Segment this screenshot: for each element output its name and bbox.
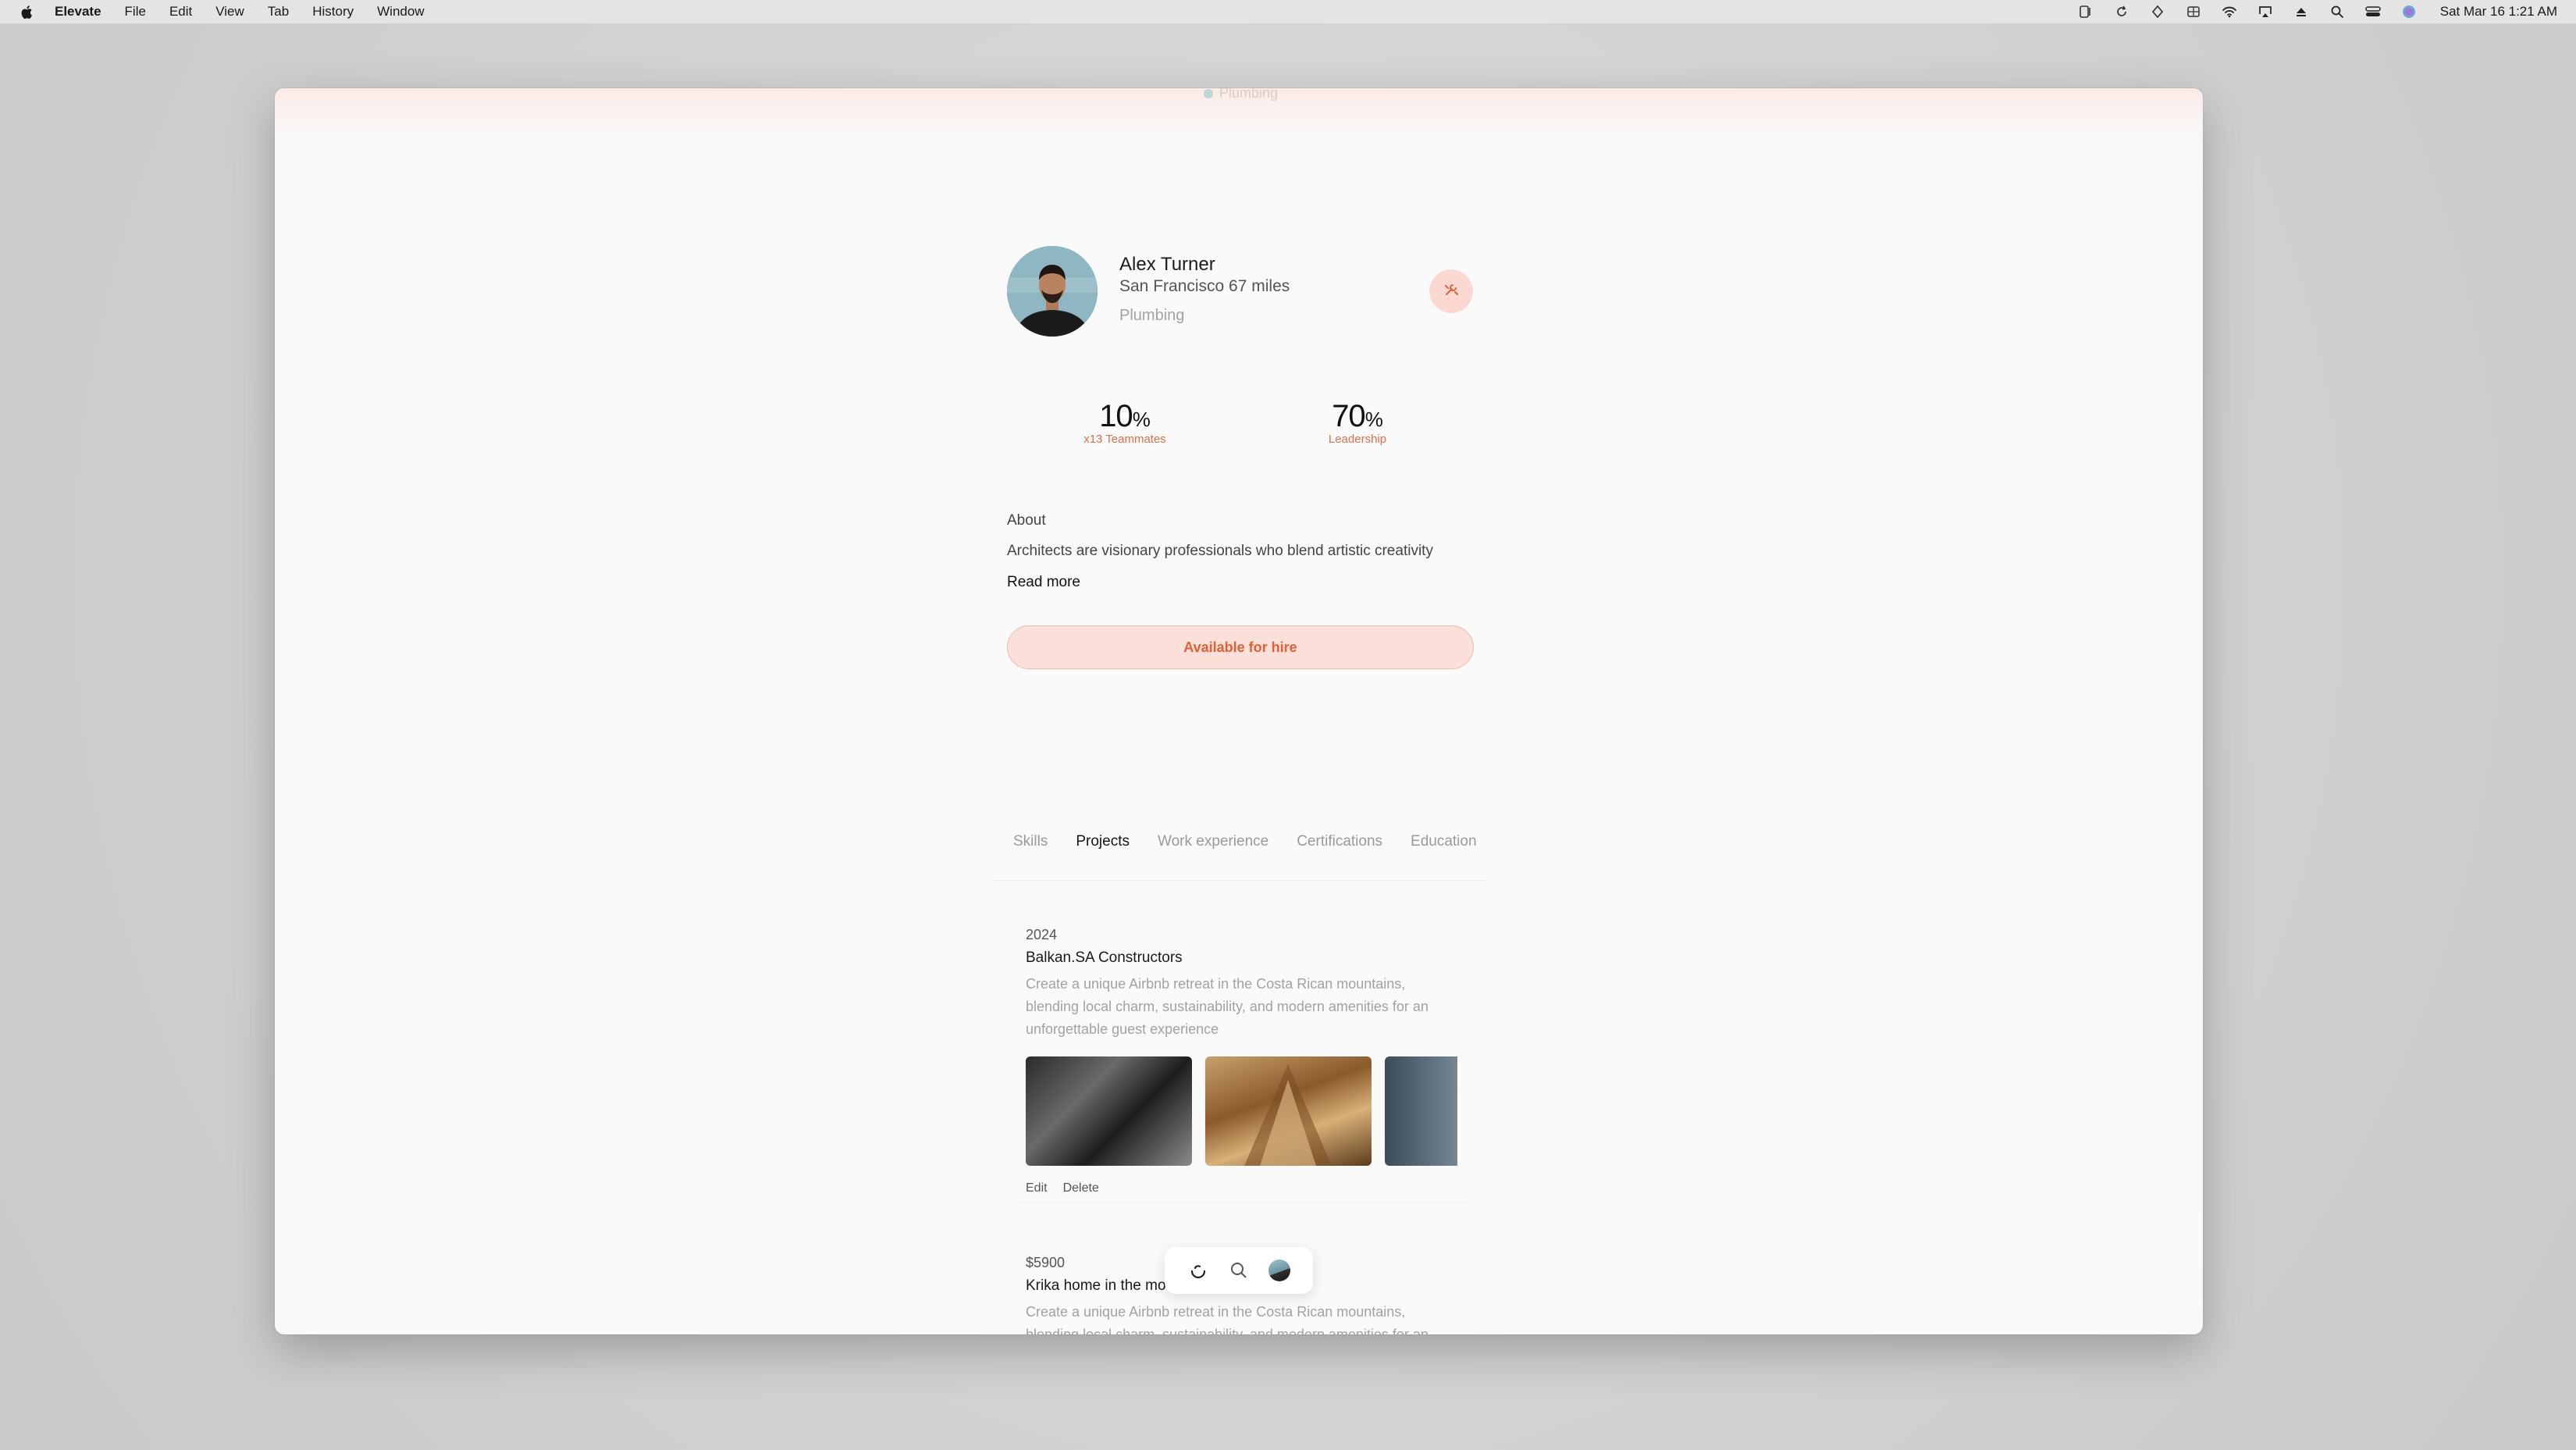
profile-trade: Plumbing bbox=[1119, 307, 1185, 324]
search-icon[interactable] bbox=[2329, 4, 2345, 20]
about-heading: About bbox=[1007, 512, 1046, 529]
menu-view[interactable]: View bbox=[215, 4, 244, 20]
siri-icon[interactable] bbox=[2401, 4, 2417, 20]
project-title[interactable]: Balkan.SA Constructors bbox=[1026, 949, 1463, 967]
profile-avatar-icon[interactable] bbox=[1268, 1259, 1290, 1281]
project-description: Create a unique Airbnb retreat in the Co… bbox=[1026, 976, 1429, 1037]
project-delete-link[interactable]: Delete bbox=[1063, 1181, 1099, 1195]
tab-skills[interactable]: Skills bbox=[1013, 833, 1048, 864]
project-card: 2024 Balkan.SA Constructors Create a uni… bbox=[1026, 927, 1463, 1195]
project-photo[interactable] bbox=[1385, 1056, 1457, 1166]
menu-file[interactable]: File bbox=[125, 4, 146, 20]
project-gallery[interactable] bbox=[1026, 1056, 1457, 1166]
project-actions: Edit Delete bbox=[1026, 1181, 1463, 1195]
menu-window[interactable]: Window bbox=[377, 4, 424, 20]
stat-teammates-unit: % bbox=[1132, 408, 1151, 431]
stat-teammates-label: x13 Teammates bbox=[1083, 433, 1166, 446]
profile-name: Alex Turner bbox=[1119, 254, 1215, 275]
eject-icon[interactable] bbox=[2293, 4, 2309, 20]
mini-avatar bbox=[1268, 1259, 1290, 1281]
profile-header: Alex Turner San Francisco 67 miles Plumb… bbox=[1007, 246, 1475, 340]
trade-tool-button[interactable] bbox=[1429, 269, 1473, 313]
floating-nav-dock bbox=[1165, 1247, 1313, 1294]
menu-tab[interactable]: Tab bbox=[268, 4, 289, 20]
screen-mirror-icon[interactable] bbox=[2078, 4, 2094, 20]
tabs-divider bbox=[993, 880, 1488, 881]
stat-teammates: 10% x13 Teammates bbox=[1039, 399, 1211, 446]
ghost-avatar-dot bbox=[1204, 88, 1213, 98]
tab-work-experience[interactable]: Work experience bbox=[1158, 833, 1268, 864]
stat-leadership: 70% Leadership bbox=[1272, 399, 1443, 446]
stat-leadership-value: 70 bbox=[1332, 399, 1365, 433]
stat-leadership-unit: % bbox=[1364, 408, 1383, 431]
menu-history[interactable]: History bbox=[312, 4, 354, 20]
profile-tabs: Skills Projects Work experience Certific… bbox=[1007, 833, 1499, 864]
search-icon[interactable] bbox=[1228, 1259, 1250, 1281]
scrolled-header-ghost: Plumbing bbox=[1204, 88, 1278, 102]
menu-app-name[interactable]: Elevate bbox=[55, 4, 101, 20]
available-for-hire-button[interactable]: Available for hire bbox=[1007, 625, 1474, 669]
profile-location: San Francisco 67 miles bbox=[1119, 277, 1290, 295]
profile-card: Alex Turner San Francisco 67 miles Plumb… bbox=[979, 212, 1510, 1334]
read-more-link[interactable]: Read more bbox=[1007, 574, 1080, 591]
about-text: Architects are visionary professionals w… bbox=[1007, 543, 1433, 559]
stat-teammates-value: 10 bbox=[1099, 399, 1133, 433]
swirl-icon[interactable] bbox=[1187, 1259, 1209, 1281]
tab-education[interactable]: Education bbox=[1411, 833, 1477, 864]
project-photo[interactable] bbox=[1026, 1056, 1192, 1166]
wifi-icon[interactable] bbox=[2222, 4, 2237, 20]
avatar[interactable] bbox=[1007, 246, 1098, 337]
airplay-icon[interactable] bbox=[2258, 4, 2273, 20]
stats-row: 10% x13 Teammates 70% Leadership bbox=[1007, 399, 1475, 454]
ghost-label-text: Plumbing bbox=[1219, 88, 1279, 101]
status-area: Sat Mar 16 1:21 AM bbox=[2078, 0, 2557, 23]
menu-bar: Elevate File Edit View Tab History Windo… bbox=[0, 0, 2576, 24]
vpn-icon[interactable] bbox=[2150, 4, 2165, 20]
refresh-icon[interactable] bbox=[2114, 4, 2129, 20]
project-edit-link[interactable]: Edit bbox=[1026, 1181, 1048, 1195]
tab-certifications[interactable]: Certifications bbox=[1297, 833, 1382, 864]
project-photo[interactable] bbox=[1205, 1056, 1372, 1166]
control-center-icon[interactable] bbox=[2365, 4, 2381, 20]
wrench-icon bbox=[1443, 281, 1460, 302]
project-description: Create a unique Airbnb retreat in the Co… bbox=[1026, 1304, 1429, 1334]
project-year: 2024 bbox=[1026, 927, 1058, 942]
app-window: Plumbing Alex Turner San Francisco 67 mi… bbox=[275, 88, 2203, 1334]
grid-icon[interactable] bbox=[2186, 4, 2201, 20]
stat-leadership-label: Leadership bbox=[1328, 433, 1387, 446]
menubar-clock[interactable]: Sat Mar 16 1:21 AM bbox=[2440, 4, 2557, 20]
apple-icon[interactable] bbox=[19, 4, 34, 20]
menu-edit[interactable]: Edit bbox=[169, 4, 192, 20]
tab-projects[interactable]: Projects bbox=[1076, 833, 1130, 864]
